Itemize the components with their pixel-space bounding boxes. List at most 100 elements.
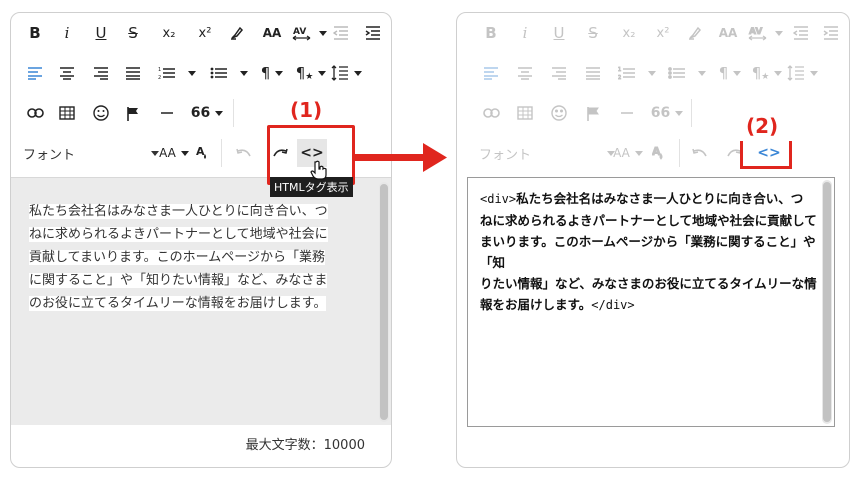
flag-icon[interactable] [581, 99, 605, 127]
underline-button[interactable]: U [547, 19, 571, 47]
emoji-icon[interactable] [89, 99, 113, 127]
editor-text: 私たち会社名はみなさま一人ひとりに向き合い、つ ねに求められるよきパートナーとし… [29, 200, 359, 315]
toolbar-row-2: 12 ¶ ¶ ★ [457, 59, 849, 99]
horizontal-rule-icon[interactable] [155, 99, 179, 127]
paragraph-format-button[interactable]: ¶ [257, 59, 287, 87]
code-close-tag: </div> [591, 298, 635, 312]
paragraph-icon: ¶ [260, 64, 271, 82]
svg-text:A: A [196, 145, 205, 158]
italic-button[interactable]: i [55, 19, 79, 47]
strikethrough-button[interactable]: S [121, 19, 145, 47]
indent-icon[interactable] [361, 19, 385, 47]
text-color-icon[interactable]: A [647, 139, 669, 167]
scrollbar-thumb[interactable] [823, 182, 831, 422]
align-justify-icon[interactable] [121, 59, 145, 87]
align-center-icon[interactable] [55, 59, 79, 87]
link-icon[interactable] [479, 99, 503, 127]
scrollbar-thumb[interactable] [380, 184, 388, 420]
letter-spacing-button[interactable]: AV [745, 19, 785, 47]
font-family-select[interactable]: フォント [23, 139, 159, 167]
horizontal-rule-icon[interactable] [615, 99, 639, 127]
text-size-icon[interactable]: AA [715, 19, 741, 47]
flag-icon[interactable] [121, 99, 145, 127]
link-icon[interactable] [23, 99, 47, 127]
toolbar-divider [679, 139, 680, 167]
quote-icon: 66 [190, 105, 211, 121]
align-center-icon[interactable] [513, 59, 537, 87]
toolbar-divider [691, 99, 692, 127]
quote-button[interactable]: 66 [187, 99, 227, 127]
table-icon[interactable] [513, 99, 537, 127]
svg-text:1: 1 [618, 67, 621, 73]
align-justify-icon[interactable] [581, 59, 605, 87]
code-open-tag: <div> [480, 192, 517, 206]
editor-content-area[interactable]: 私たち会社名はみなさま一人ひとりに向き合い、つ ねに求められるよきパートナーとし… [11, 177, 391, 425]
quote-button[interactable]: 66 [647, 99, 687, 127]
outdent-icon[interactable] [789, 19, 813, 47]
code-line: ねに求められるよきパートナーとして地域や社会に貢献して [480, 213, 817, 228]
emoji-icon[interactable] [547, 99, 571, 127]
letter-spacing-button[interactable]: AV [289, 19, 329, 47]
hand-cursor-icon [310, 160, 328, 184]
align-left-icon[interactable] [23, 59, 47, 87]
bullet-list-button[interactable] [207, 59, 251, 87]
toolbar-row-3: 66 [457, 99, 849, 139]
ordered-list-button[interactable]: 12 [615, 59, 659, 87]
align-right-icon[interactable] [89, 59, 113, 87]
table-icon[interactable] [55, 99, 79, 127]
arrow-icon [355, 143, 447, 172]
font-size-button[interactable]: AA [613, 139, 643, 167]
paragraph-format-button[interactable]: ¶ [715, 59, 745, 87]
undo-icon[interactable] [231, 139, 257, 167]
toolbar-divider [233, 99, 234, 127]
line-height-button[interactable] [329, 59, 363, 87]
svg-text:AV: AV [749, 27, 762, 37]
text-line: 貢献してまいります。このホームページから「業務 [29, 250, 326, 265]
font-family-label: フォント [23, 147, 76, 163]
paragraph-style-icon: ¶ [751, 64, 762, 82]
rich-text-editor: B i U S x₂ x² AA AV 1 2 ¶ ¶ ★ 66 フォント AA… [10, 12, 392, 468]
highlighter-icon[interactable] [225, 19, 249, 47]
subscript-button[interactable]: x₂ [615, 19, 643, 47]
strikethrough-button[interactable]: S [581, 19, 605, 47]
italic-button[interactable]: i [513, 19, 537, 47]
text-line: ねに求められるよきパートナーとして地域や社会に [29, 227, 328, 242]
superscript-button[interactable]: x² [649, 19, 677, 47]
svg-text:1: 1 [158, 67, 161, 73]
bold-button[interactable]: B [479, 19, 503, 47]
subscript-button[interactable]: x₂ [155, 19, 183, 47]
toolbar-row-1: B i U S x₂ x² AA AV [457, 19, 849, 59]
line-height-button[interactable] [785, 59, 819, 87]
indent-icon[interactable] [819, 19, 843, 47]
toolbar-row-2: 12 ¶ ¶ ★ [11, 59, 391, 99]
font-size-button[interactable]: AA [159, 139, 189, 167]
text-line: に関すること」や「知りたい情報」など、みなさま [29, 273, 328, 288]
quote-icon: 66 [650, 105, 671, 121]
superscript-button[interactable]: x² [191, 19, 219, 47]
text-size-icon[interactable]: AA [259, 19, 285, 47]
outdent-icon[interactable] [329, 19, 353, 47]
font-size-icon: AA [159, 146, 176, 160]
bullet-list-button[interactable] [665, 59, 709, 87]
text-color-icon[interactable]: A [191, 139, 213, 167]
callout-label-2: (2) [746, 114, 779, 138]
underline-button[interactable]: U [89, 19, 113, 47]
text-line: のお役に立てるタイムリーな情報をお届けします。 [29, 296, 327, 311]
paragraph-style-button[interactable]: ¶ ★ [749, 59, 785, 87]
svg-text:2: 2 [158, 75, 161, 80]
font-family-select[interactable]: フォント [479, 139, 615, 167]
ordered-list-button[interactable]: 12 [155, 59, 199, 87]
character-count: 最大文字数：10000 [245, 438, 365, 453]
undo-icon[interactable] [687, 139, 713, 167]
code-line: りたい情報」など、みなさまのお役に立てるタイムリーな情 [480, 276, 817, 291]
html-code-editor[interactable]: <div>私たち会社名はみなさま一人ひとりに向き合い、つ ねに求められるよきパー… [467, 177, 835, 427]
bold-button[interactable]: B [23, 19, 47, 47]
toolbar-row-1: B i U S x₂ x² AA AV [11, 19, 391, 59]
align-left-icon[interactable] [479, 59, 503, 87]
highlighter-icon[interactable] [683, 19, 707, 47]
align-right-icon[interactable] [547, 59, 571, 87]
svg-text:AV: AV [293, 27, 306, 37]
paragraph-style-button[interactable]: ¶ ★ [293, 59, 329, 87]
paragraph-icon: ¶ [718, 64, 729, 82]
font-family-label: フォント [479, 147, 532, 163]
